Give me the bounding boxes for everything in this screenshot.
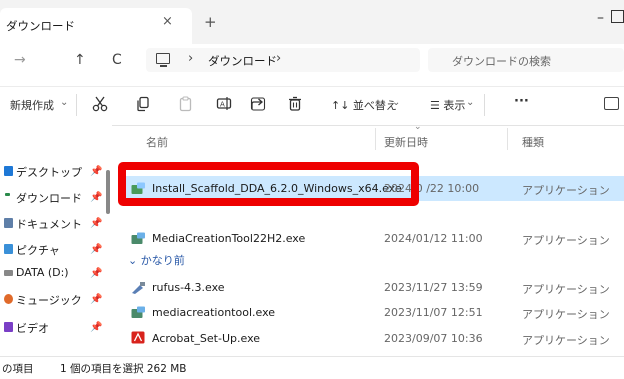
new-tab-button[interactable]: + bbox=[204, 13, 217, 31]
pictures-icon bbox=[4, 244, 13, 254]
minimize-button[interactable]: – bbox=[597, 10, 604, 26]
file-type: アプリケーション bbox=[522, 234, 610, 247]
pin-icon: 📌 bbox=[90, 322, 103, 333]
tab-close-button[interactable]: × bbox=[162, 14, 173, 29]
sort-caret-icon: ⌄ bbox=[414, 122, 422, 132]
maximize-button[interactable] bbox=[611, 10, 624, 23]
column-divider[interactable] bbox=[507, 128, 508, 150]
file-date: 2023/11/27 13:59 bbox=[384, 281, 483, 294]
file-type: アプリケーション bbox=[522, 334, 610, 347]
group-header-long-ago[interactable]: ⌄ かなり前 bbox=[128, 252, 185, 268]
file-type: アプリケーション bbox=[522, 184, 610, 197]
downloads-icon bbox=[5, 193, 10, 196]
usb-tool-icon bbox=[132, 282, 145, 294]
file-name[interactable]: MediaCreationTool22H2.exe bbox=[152, 232, 305, 245]
tab-title: ダウンロード bbox=[6, 19, 75, 33]
view-button[interactable]: ☰ 表示 bbox=[430, 97, 465, 113]
sidebar-item-downloads[interactable]: ダウンロード bbox=[16, 190, 82, 206]
divider bbox=[484, 94, 485, 116]
cut-icon[interactable] bbox=[92, 96, 108, 112]
sidebar-item-music[interactable]: ミュージック bbox=[16, 292, 82, 308]
column-header-date[interactable]: 更新日時 bbox=[384, 134, 428, 150]
installer-icon bbox=[131, 232, 145, 244]
file-name[interactable]: rufus-4.3.exe bbox=[152, 281, 225, 294]
sidebar-item-data-drive[interactable]: DATA (D:) bbox=[16, 266, 69, 279]
share-icon[interactable] bbox=[250, 96, 266, 112]
breadcrumb-chevron-icon[interactable]: › bbox=[188, 51, 193, 66]
videos-icon bbox=[4, 322, 13, 332]
drive-icon bbox=[4, 270, 13, 276]
highlight-box bbox=[118, 162, 419, 206]
new-button[interactable]: 新規作成 bbox=[10, 97, 54, 113]
file-date: 2023/09/07 10:36 bbox=[384, 332, 483, 345]
chevron-down-icon[interactable]: ⌄ bbox=[392, 97, 400, 108]
status-selection: 1 個の項目を選択 262 MB bbox=[60, 363, 187, 375]
monitor-stand-icon bbox=[160, 65, 167, 67]
sidebar-item-videos[interactable]: ビデオ bbox=[16, 320, 49, 336]
breadcrumb-chevron-icon[interactable]: › bbox=[276, 51, 281, 66]
sidebar bbox=[0, 124, 112, 352]
acrobat-icon bbox=[131, 331, 145, 344]
sidebar-scrollbar[interactable] bbox=[106, 170, 110, 214]
svg-text:A: A bbox=[220, 101, 225, 109]
file-name[interactable]: Acrobat_Set-Up.exe bbox=[152, 332, 260, 345]
sidebar-item-desktop[interactable]: デスクトップ bbox=[16, 164, 82, 180]
delete-icon[interactable] bbox=[287, 96, 303, 112]
column-header-name[interactable]: 名前 bbox=[146, 134, 168, 150]
monitor-icon bbox=[156, 53, 170, 64]
music-icon bbox=[4, 294, 13, 304]
pin-icon: 📌 bbox=[90, 268, 103, 279]
chevron-down-icon[interactable]: ⌄ bbox=[60, 97, 68, 108]
copy-icon[interactable] bbox=[135, 96, 151, 112]
sort-button[interactable]: ↑↓ 並べ替え bbox=[331, 97, 397, 113]
column-header-type[interactable]: 種類 bbox=[522, 134, 544, 150]
divider bbox=[76, 94, 77, 116]
pin-icon: 📌 bbox=[90, 244, 103, 255]
pin-icon: 📌 bbox=[90, 166, 103, 177]
file-date: 2024/01/12 11:00 bbox=[384, 232, 483, 245]
column-divider[interactable] bbox=[375, 128, 376, 150]
search-placeholder: ダウンロードの検索 bbox=[452, 55, 551, 68]
chevron-down-icon[interactable]: ⌄ bbox=[466, 97, 474, 108]
pin-icon: 📌 bbox=[90, 294, 103, 305]
desktop-icon bbox=[4, 166, 13, 176]
rename-icon[interactable]: A bbox=[216, 96, 232, 112]
pin-icon: 📌 bbox=[90, 218, 103, 229]
file-type: アプリケーション bbox=[522, 283, 610, 296]
file-name[interactable]: mediacreationtool.exe bbox=[152, 306, 275, 319]
forward-button[interactable]: → bbox=[14, 52, 26, 68]
status-item-count: の項目 bbox=[2, 363, 34, 375]
file-type: アプリケーション bbox=[522, 308, 610, 321]
installer-icon bbox=[131, 306, 145, 318]
sidebar-item-documents[interactable]: ドキュメント bbox=[16, 216, 82, 232]
pin-icon: 📌 bbox=[90, 192, 103, 203]
more-options-button[interactable]: ··· bbox=[514, 94, 529, 109]
paste-icon[interactable] bbox=[178, 96, 194, 112]
sidebar-item-pictures[interactable]: ピクチャ bbox=[16, 242, 60, 258]
file-date: 2023/11/07 12:51 bbox=[384, 306, 483, 319]
refresh-button[interactable]: C bbox=[112, 52, 122, 68]
documents-icon bbox=[4, 218, 13, 228]
up-button[interactable]: ↑ bbox=[74, 52, 86, 68]
breadcrumb-downloads[interactable]: ダウンロード bbox=[208, 53, 277, 69]
details-pane-icon[interactable] bbox=[604, 97, 619, 110]
